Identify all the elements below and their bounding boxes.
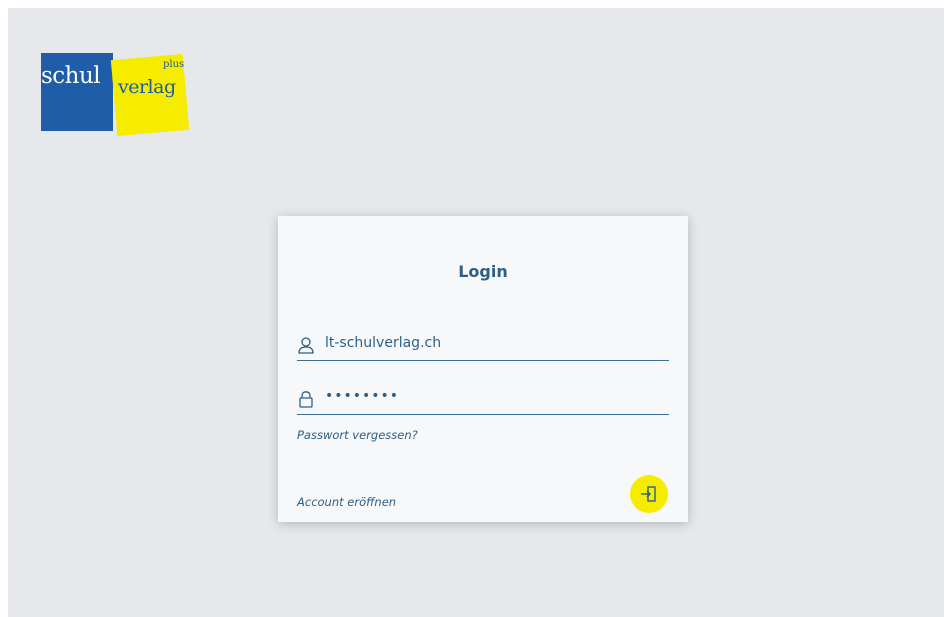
login-door-icon [641,486,656,502]
username-field[interactable]: lt-schulverlag.ch [297,330,669,361]
user-icon [297,336,315,354]
password-field[interactable]: •••••••• [297,384,669,415]
create-account-link[interactable]: Account eröffnen [297,495,396,509]
schulverlag-logo[interactable]: schul verlag plus [41,53,191,137]
logo-text-plus: plus [163,59,185,70]
password-value: •••••••• [325,388,400,404]
forgot-password-link[interactable]: Passwort vergessen? [297,428,418,442]
login-button[interactable] [630,475,668,513]
lock-icon [297,390,315,408]
logo-text-schul: schul [41,63,101,89]
login-card: Login lt-schulverlag.ch •••••••• Passwor… [278,216,688,522]
logo-text-verlag: verlag [118,76,176,98]
login-title: Login [458,262,508,281]
username-value: lt-schulverlag.ch [325,335,442,351]
page-background: schul verlag plus Login lt-schulverlag.c… [8,8,944,617]
